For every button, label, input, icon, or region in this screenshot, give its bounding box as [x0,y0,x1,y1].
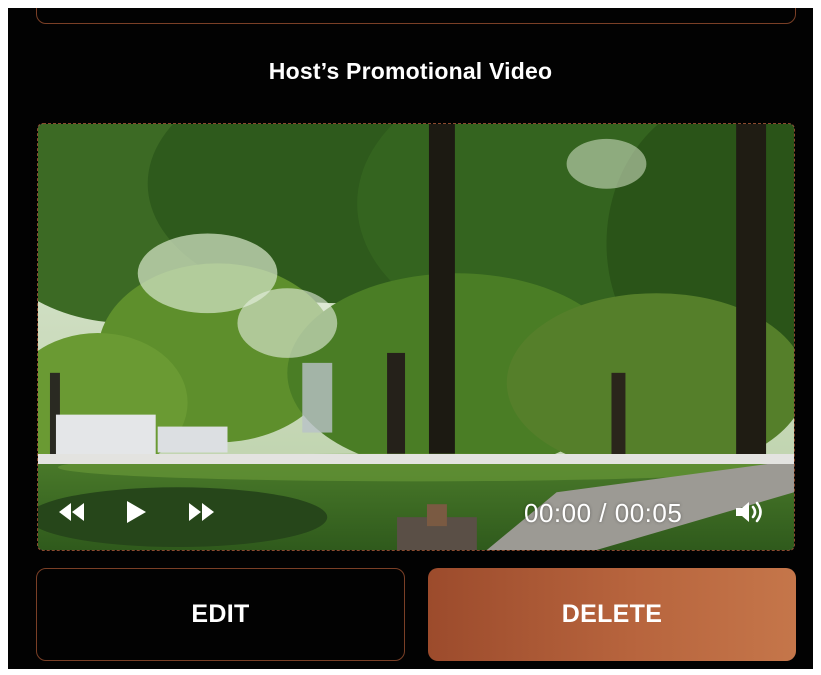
play-icon [127,501,146,523]
video-progress-bar[interactable] [38,454,794,464]
section-title: Host’s Promotional Video [268,58,553,84]
delete-button[interactable]: DELETE [428,568,796,661]
fast-forward-button[interactable] [184,498,218,526]
edit-button[interactable]: EDIT [36,568,405,661]
video-frame-image [38,124,794,550]
rewind-button[interactable] [55,498,89,526]
page-frame: Host’s Promotional Video 00:00 / 00:05 E… [8,8,813,669]
fast-forward-icon [189,503,214,521]
volume-button[interactable] [732,498,770,526]
previous-card [36,8,796,24]
play-button[interactable] [121,498,151,526]
video-time-display: 00:00 / 00:05 [524,498,683,528]
volume-icon [736,501,762,523]
rewind-icon [59,503,84,521]
video-player[interactable]: 00:00 / 00:05 [37,123,795,551]
